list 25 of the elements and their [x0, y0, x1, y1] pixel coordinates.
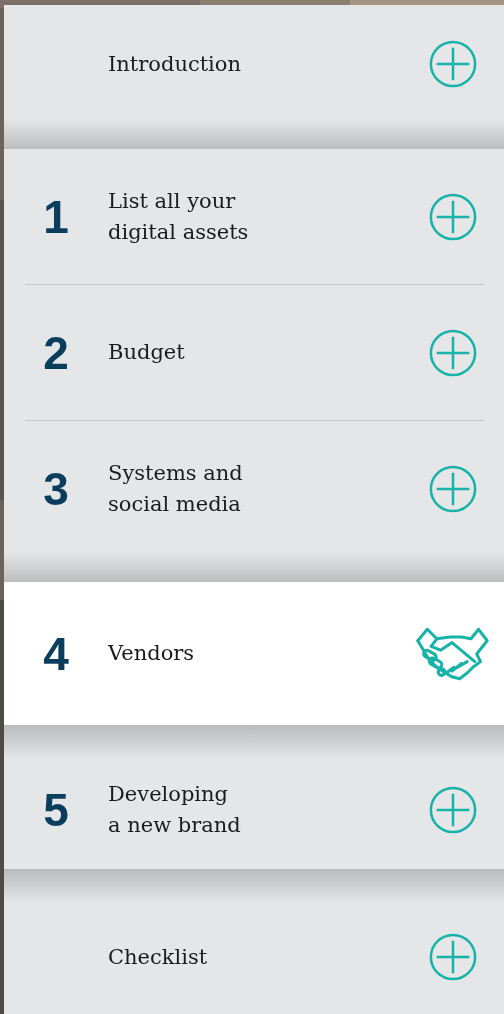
section-title: Budget	[108, 339, 185, 366]
section-title: Systems and	[108, 459, 243, 487]
section-title: a new brand	[108, 812, 241, 839]
section-number: 1	[43, 193, 69, 240]
section-title: digital assets	[108, 218, 249, 246]
plus-circle-icon[interactable]	[428, 463, 478, 514]
plus-circle-icon[interactable]	[428, 327, 478, 378]
menu-item[interactable]: 1 List all your digital assets	[4, 149, 504, 284]
plus-circle-icon[interactable]	[428, 932, 478, 982]
menu-item[interactable]: 2 Budget	[4, 285, 504, 420]
section-title: List all your	[108, 187, 236, 215]
section-number: 4	[43, 630, 69, 677]
section-number: 5	[43, 787, 69, 833]
section-title: Introduction	[108, 50, 241, 78]
menu-item[interactable]: 3 Systems and social media	[4, 421, 504, 556]
section-number: 2	[43, 329, 69, 376]
section-title: social media	[108, 490, 241, 518]
plus-circle-icon[interactable]	[428, 191, 478, 242]
plus-circle-icon[interactable]	[428, 785, 478, 835]
section-title: Checklist	[108, 943, 208, 971]
section-title: Developing	[108, 781, 229, 808]
plus-circle-icon[interactable]	[428, 39, 478, 89]
menu-item[interactable]: 4 Vendors	[4, 582, 504, 725]
section-number: 3	[43, 465, 69, 512]
section-title: Vendors	[108, 640, 195, 667]
